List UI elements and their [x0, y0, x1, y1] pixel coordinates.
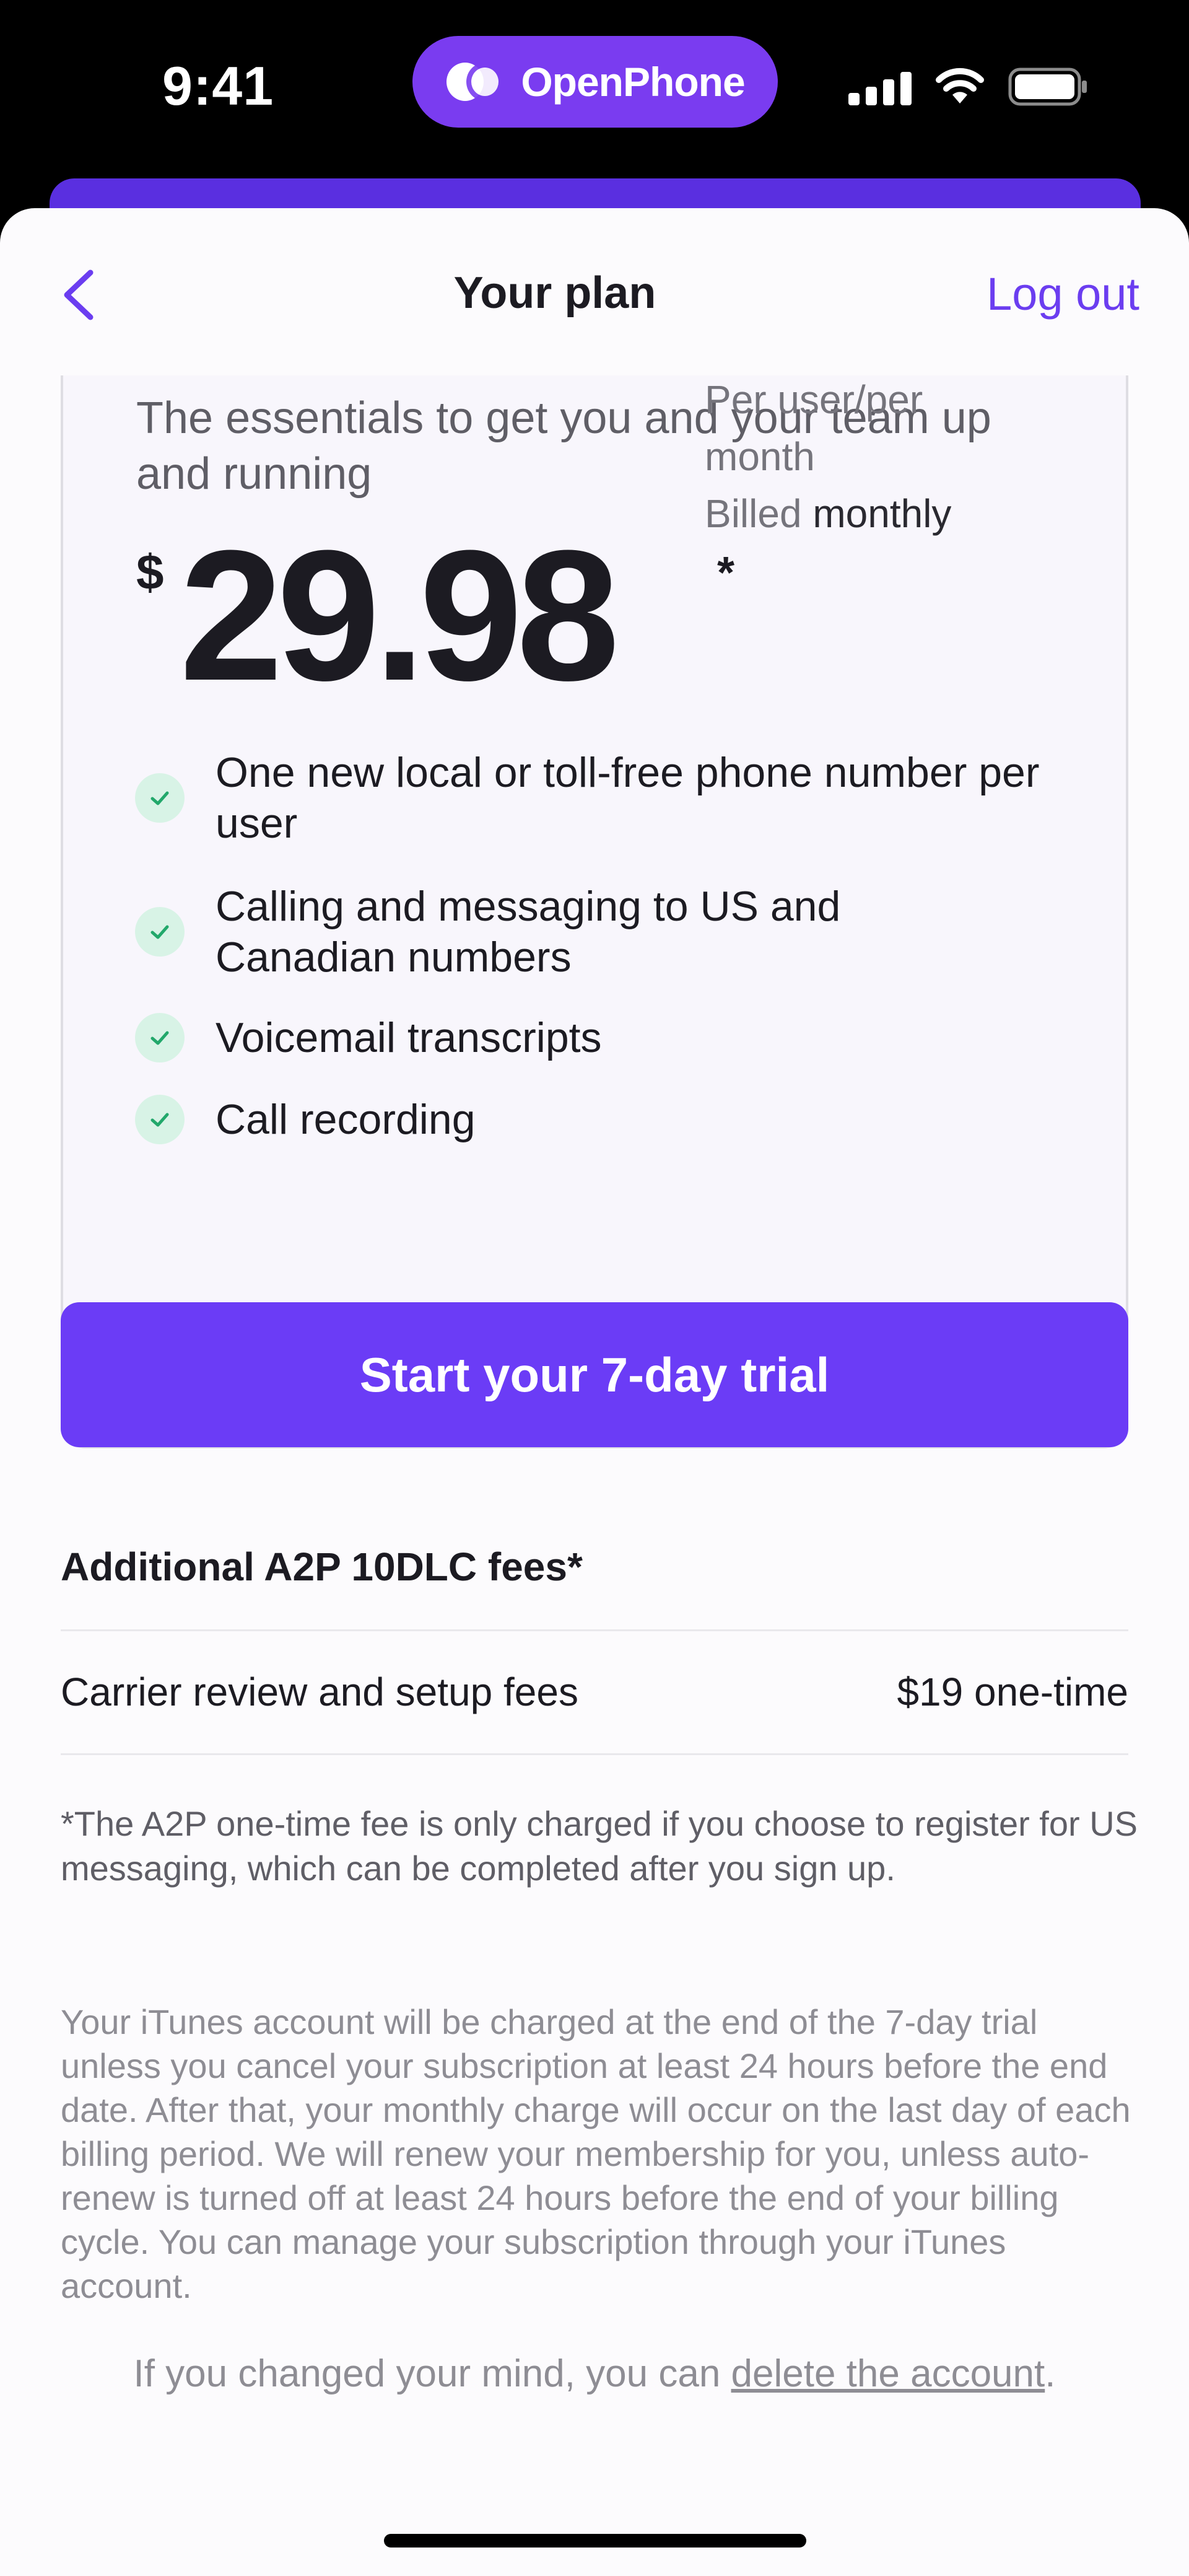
- billed-label: Billed: [705, 491, 802, 536]
- status-time: 9:41: [162, 55, 274, 116]
- check-icon: [135, 1095, 185, 1144]
- a2p-fee-note: *The A2P one-time fee is only charged if…: [61, 1804, 1138, 1888]
- check-icon: [135, 907, 185, 957]
- feature-text: Voicemail transcripts: [216, 1014, 602, 1061]
- nav-bar: Your plan Log out: [0, 208, 1189, 375]
- home-indicator[interactable]: [384, 2534, 806, 2548]
- fees-title: Additional A2P 10DLC fees*: [61, 1544, 583, 1589]
- price-amount: 29.98: [180, 511, 620, 719]
- start-trial-button[interactable]: Start your 7-day trial: [61, 1302, 1128, 1447]
- status-icons: [848, 62, 1089, 112]
- divider: [61, 1753, 1128, 1755]
- list-item: Voicemail transcripts: [135, 1012, 602, 1063]
- check-icon: [135, 1013, 185, 1062]
- fee-row-value: $19 one-time: [897, 1670, 1128, 1714]
- plan-sheet: Your plan Log out The essentials to get …: [0, 208, 1189, 2576]
- status-bar: 9:41 OpenPhone: [0, 0, 1189, 186]
- check-icon: [135, 773, 185, 823]
- divider: [61, 1629, 1128, 1631]
- currency-symbol: $: [136, 545, 164, 600]
- cellular-signal-icon: [848, 68, 912, 105]
- delete-account-line: If you changed your mind, you can delete…: [0, 2352, 1189, 2396]
- plan-card: The essentials to get you and your team …: [61, 375, 1128, 1448]
- price-meta-line1: Per user/per: [705, 377, 923, 422]
- price-meta-line2: month: [705, 434, 815, 479]
- price-meta: Per user/per month Billed monthly: [705, 371, 1052, 542]
- feature-text: One new local or toll-free phone number …: [216, 749, 1040, 847]
- delete-account-link[interactable]: delete the account: [731, 2352, 1045, 2395]
- fee-row-label: Carrier review and setup fees: [61, 1670, 578, 1714]
- logout-button[interactable]: Log out: [986, 268, 1139, 320]
- list-item: One new local or toll-free phone number …: [135, 747, 1082, 849]
- delete-prefix: If you changed your mind, you can: [133, 2352, 731, 2395]
- billing-cycle: monthly: [812, 491, 952, 536]
- wifi-icon: [934, 68, 986, 106]
- feature-text: Call recording: [216, 1096, 476, 1143]
- list-item: Calling and messaging to US and Canadian…: [135, 881, 959, 983]
- feature-text: Calling and messaging to US and Canadian…: [216, 883, 841, 981]
- subscription-legal-text: Your iTunes account will be charged at t…: [61, 2002, 1131, 2305]
- list-item: Call recording: [135, 1094, 476, 1145]
- price-asterisk: *: [717, 548, 735, 598]
- dynamic-island: OpenPhone: [412, 36, 778, 128]
- price-meta-billing: Billed monthly: [705, 485, 1052, 542]
- openphone-logo-icon: [445, 60, 505, 103]
- island-brand-text: OpenPhone: [521, 59, 745, 105]
- battery-icon: [1008, 68, 1089, 106]
- page-title: Your plan: [453, 268, 656, 318]
- delete-suffix: .: [1045, 2352, 1056, 2395]
